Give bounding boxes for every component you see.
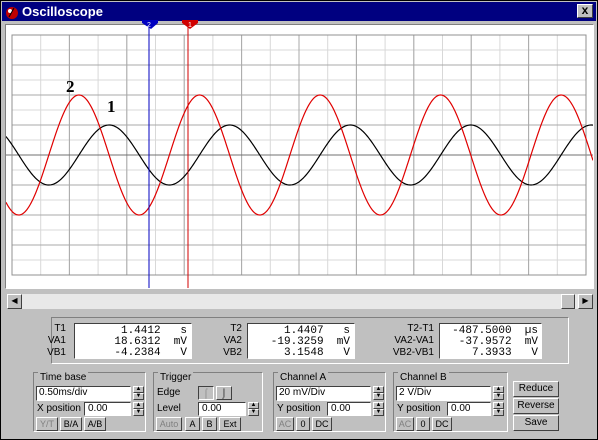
readout-values-2: 1.4407 s -19.3259 mV 3.1548 V: [247, 323, 355, 359]
app-icon: [6, 7, 18, 19]
ab-button[interactable]: A/B: [84, 417, 106, 431]
channel-a-scale-spinner[interactable]: ▲ ▼: [373, 386, 384, 401]
trigger-title: Trigger: [158, 372, 194, 384]
readout-label-va2: VA2: [223, 335, 242, 346]
cursor-1-flag-label: 1: [188, 22, 192, 29]
scope-screen[interactable]: 2 1: [5, 24, 594, 289]
channel-a-0-button[interactable]: 0: [296, 417, 310, 431]
timebase-spinner[interactable]: ▲ ▼: [133, 386, 144, 401]
channel-a-title: Channel A: [278, 372, 329, 384]
channel-b-ypos-label: Y position: [397, 403, 441, 414]
channel-b-scale-spinner[interactable]: ▲ ▼: [493, 386, 504, 401]
readout-label-dt: T2-T1: [407, 323, 434, 334]
readout-label-dva: VA2-VA1: [394, 335, 434, 346]
channel-b-group: Channel B 2 V/Div ▲ ▼ Y position 0.00 ▲ ▼ …: [393, 372, 508, 432]
close-button[interactable]: x: [577, 4, 593, 18]
readout-values-1: 1.4412 s 18.6312 mV -4.2384 V: [74, 323, 192, 359]
falling-edge-button[interactable]: ⌡: [216, 386, 232, 400]
readout-label-dvb: VB2-VB1: [392, 347, 434, 358]
channel-a-scale-select[interactable]: 20 mV/Div: [276, 386, 371, 401]
channel-a-dc-button[interactable]: DC: [312, 417, 332, 431]
trigger-level-spinner[interactable]: ▲ ▼: [248, 402, 259, 417]
ba-button[interactable]: B/A: [60, 417, 82, 431]
channel-a-ac-button[interactable]: AC: [276, 417, 294, 431]
timebase-xpos-spinner[interactable]: ▲ ▼: [133, 402, 144, 417]
channel-b-ypos-input[interactable]: 0.00: [447, 402, 491, 416]
title-bar[interactable]: Oscilloscope x: [2, 2, 596, 21]
readout-dvb: 7.3933 V: [471, 347, 538, 359]
timebase-xpos-input[interactable]: 0.00: [84, 402, 131, 416]
trigger-ext-button[interactable]: Ext: [219, 417, 241, 431]
trigger-level-input[interactable]: 0.00: [198, 402, 246, 416]
scroll-left-button[interactable]: ◀: [7, 294, 22, 309]
channel-b-scale-select[interactable]: 2 V/Div: [396, 386, 491, 401]
reduce-button[interactable]: Reduce: [513, 381, 559, 397]
cursor-2-flag-label: 2: [147, 22, 151, 29]
timebase-title: Time base: [38, 372, 89, 384]
trigger-auto-button[interactable]: Auto: [156, 417, 182, 431]
oscilloscope-window: Oscilloscope x 2 1 2 1 ◀ ▶ T1 VA1 VB1 1.…: [0, 0, 598, 440]
readout-values-3: -487.5000 µs -37.9572 mV 7.3933 V: [439, 323, 542, 359]
timebase-group: Time base 0.50ms/div ▲ ▼ X position 0.00 …: [33, 372, 146, 432]
window-title: Oscilloscope: [22, 4, 103, 19]
readout-label-vb1: VB1: [47, 347, 66, 358]
yt-button[interactable]: Y/T: [36, 417, 58, 431]
trigger-level-label: Level: [157, 403, 181, 414]
scope-plot[interactable]: 2 1: [6, 25, 593, 288]
channel-a-ypos-label: Y position: [277, 403, 321, 414]
channel-b-ac-button[interactable]: AC: [396, 417, 414, 431]
timebase-select[interactable]: 0.50ms/div: [36, 386, 131, 401]
scroll-thumb[interactable]: [561, 294, 575, 309]
channel-a-ypos-input[interactable]: 0.00: [327, 402, 371, 416]
trigger-a-button[interactable]: A: [185, 417, 200, 431]
horizontal-scrollbar[interactable]: ◀ ▶: [7, 294, 593, 309]
scroll-right-button[interactable]: ▶: [578, 294, 593, 309]
channel-b-title: Channel B: [398, 372, 449, 384]
channel-b-0-button[interactable]: 0: [416, 417, 430, 431]
readout-panel: T1 VA1 VB1 1.4412 s 18.6312 mV -4.2384 V…: [47, 317, 569, 364]
timebase-xpos-label: X position: [37, 403, 81, 414]
reverse-button[interactable]: Reverse: [513, 398, 559, 414]
readout-label-t2: T2: [230, 323, 242, 334]
channel-b-ypos-spinner[interactable]: ▲ ▼: [493, 402, 504, 417]
trigger-edge-label: Edge: [157, 387, 181, 398]
trigger-b-button[interactable]: B: [202, 417, 217, 431]
trace-1-label: 1: [107, 97, 116, 116]
readout-vb1: -4.2384 V: [114, 347, 187, 359]
channel-a-group: Channel A 20 mV/Div ▲ ▼ Y position 0.00 ▲…: [273, 372, 386, 432]
falling-edge-icon: ⌡: [221, 388, 227, 398]
channel-b-dc-button[interactable]: DC: [432, 417, 452, 431]
cursor-flags: 2 1: [142, 20, 198, 29]
trigger-group: Trigger Edge ⌠ ⌡ Level 0.00 ▲ ▼ Auto A B …: [153, 372, 263, 432]
channel-a-ypos-spinner[interactable]: ▲ ▼: [373, 402, 384, 417]
readout-label-vb2: VB2: [223, 347, 242, 358]
save-button[interactable]: Save: [513, 415, 559, 431]
readout-label-t1: T1: [54, 323, 66, 334]
readout-vb2: 3.1548 V: [283, 347, 350, 359]
grid: [6, 34, 593, 276]
readout-label-va1: VA1: [47, 335, 66, 346]
rising-edge-icon: ⌠: [203, 388, 209, 398]
rising-edge-button[interactable]: ⌠: [198, 386, 214, 400]
trace-2-label: 2: [66, 77, 75, 96]
